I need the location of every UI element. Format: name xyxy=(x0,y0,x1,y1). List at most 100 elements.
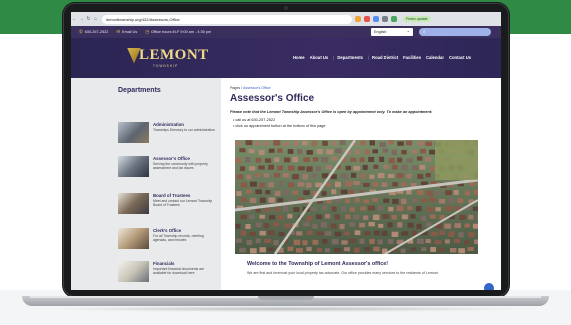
email-link[interactable]: ✉ Email Us xyxy=(116,29,137,35)
nav-home[interactable]: Home xyxy=(293,55,305,60)
house-roof xyxy=(259,182,265,188)
house-roof xyxy=(388,157,395,164)
chevron-down-icon: ⌄ xyxy=(406,28,410,33)
house-roof xyxy=(312,157,319,162)
site-search-input[interactable]: ⌕ xyxy=(419,28,491,36)
back-icon[interactable]: ← xyxy=(71,16,78,22)
house-roof xyxy=(372,182,379,187)
house-roof xyxy=(282,173,289,178)
logo-subtext: TOWNSHIP xyxy=(153,64,179,68)
nav-departments[interactable]: Departments xyxy=(337,55,363,60)
house-roof xyxy=(341,206,347,212)
house-roof xyxy=(255,189,262,195)
house-roof xyxy=(406,174,412,179)
house-roof xyxy=(388,140,394,145)
house-roof xyxy=(351,172,357,178)
url-text: lemonttownship.org/432/Assessors-Office xyxy=(106,16,180,22)
extension-icon[interactable] xyxy=(382,16,388,22)
house-roof xyxy=(372,197,378,202)
finish-update-button[interactable]: Finish update xyxy=(403,16,431,22)
house-roof xyxy=(236,141,242,146)
department-item-assessors-office[interactable]: Assessor's Office Serving the community … xyxy=(118,156,218,180)
house-roof xyxy=(235,238,242,243)
house-roof xyxy=(379,156,385,162)
house-roof xyxy=(349,207,355,212)
house-roof xyxy=(421,247,427,252)
profile-icon[interactable] xyxy=(391,16,397,22)
department-item-clerks-office[interactable]: Clerk's Office For all Township records,… xyxy=(118,228,218,252)
house-roof xyxy=(274,157,280,163)
house-roof xyxy=(362,164,368,170)
house-roof xyxy=(245,157,251,163)
house-roof xyxy=(249,214,255,219)
house-roof xyxy=(445,205,453,212)
extension-icon[interactable] xyxy=(373,16,379,22)
search-icon: ⌕ xyxy=(423,29,426,34)
house-roof xyxy=(354,198,360,203)
house-roof xyxy=(477,214,478,220)
house-roof xyxy=(331,189,337,195)
house-roof xyxy=(325,165,332,170)
house-roof xyxy=(245,224,251,229)
house-roof xyxy=(312,239,319,245)
home-icon[interactable]: ⌂ xyxy=(92,16,99,22)
language-select[interactable]: English ⌄ xyxy=(371,28,413,36)
house-roof xyxy=(320,222,328,228)
house-roof xyxy=(306,246,312,252)
house-roof xyxy=(283,141,289,147)
mail-icon: ✉ xyxy=(116,29,121,34)
house-roof xyxy=(354,230,361,236)
department-item-board-of-trustees[interactable]: Board of Trustees Meet and contact our L… xyxy=(118,193,218,217)
department-item-administration[interactable]: Administration Townships Directory to ou… xyxy=(118,122,218,146)
house-roof xyxy=(349,189,355,195)
house-roof xyxy=(273,222,279,227)
house-roof xyxy=(397,141,404,146)
nav-road-district[interactable]: Road District xyxy=(372,55,398,60)
house-roof xyxy=(305,182,312,188)
reload-icon[interactable]: ↻ xyxy=(85,16,92,22)
nav-contact-us[interactable]: Contact Us xyxy=(449,55,471,60)
house-roof xyxy=(268,148,275,153)
house-roof xyxy=(273,140,281,146)
house-roof xyxy=(326,149,334,155)
house-roof xyxy=(354,149,360,155)
house-roof xyxy=(438,198,446,204)
house-roof xyxy=(420,215,427,221)
department-item-financials[interactable]: Financials Important financial documents… xyxy=(118,261,218,285)
forward-icon[interactable]: → xyxy=(78,16,85,22)
nav-facilities[interactable]: Facilities xyxy=(403,55,421,60)
webcam-dot xyxy=(284,6,288,10)
house-roof xyxy=(381,230,388,236)
house-roof xyxy=(360,173,366,179)
aerial-neighborhood-photo xyxy=(235,140,478,254)
house-roof xyxy=(464,240,470,245)
bullet-text: call us at 630-257-2522 xyxy=(235,118,276,122)
house-roof xyxy=(303,190,310,196)
laptop-opening-notch xyxy=(258,296,314,300)
house-roof xyxy=(459,214,466,220)
department-name: Assessor's Office xyxy=(153,156,190,161)
nav-about-us[interactable]: About Us xyxy=(310,55,329,60)
house-roof xyxy=(444,239,450,244)
extension-icon[interactable] xyxy=(355,16,361,22)
house-roof xyxy=(448,231,455,237)
house-roof xyxy=(439,230,446,235)
house-roof xyxy=(306,215,312,222)
address-bar[interactable]: lemonttownship.org/432/Assessors-Office xyxy=(102,14,352,24)
site-logo[interactable]: LEMONT xyxy=(127,47,209,64)
house-roof xyxy=(450,248,457,253)
breadcrumb: Pages / Assessor's Office xyxy=(230,86,271,90)
house-roof xyxy=(297,182,305,187)
house-roof xyxy=(354,247,360,253)
house-roof xyxy=(240,197,247,202)
phone-link[interactable]: ✆ 630-257-2522 xyxy=(79,29,108,35)
chat-button[interactable] xyxy=(484,283,494,290)
house-roof xyxy=(268,197,276,203)
extension-icon[interactable] xyxy=(364,16,370,22)
departments-sidebar: Departments Administration Townships Dir… xyxy=(71,78,221,290)
house-roof xyxy=(391,215,397,220)
breadcrumb-pages[interactable]: Pages xyxy=(230,86,240,90)
nav-calendar[interactable]: Calendar xyxy=(426,55,444,60)
house-roof xyxy=(334,148,342,154)
house-roof xyxy=(454,223,461,229)
